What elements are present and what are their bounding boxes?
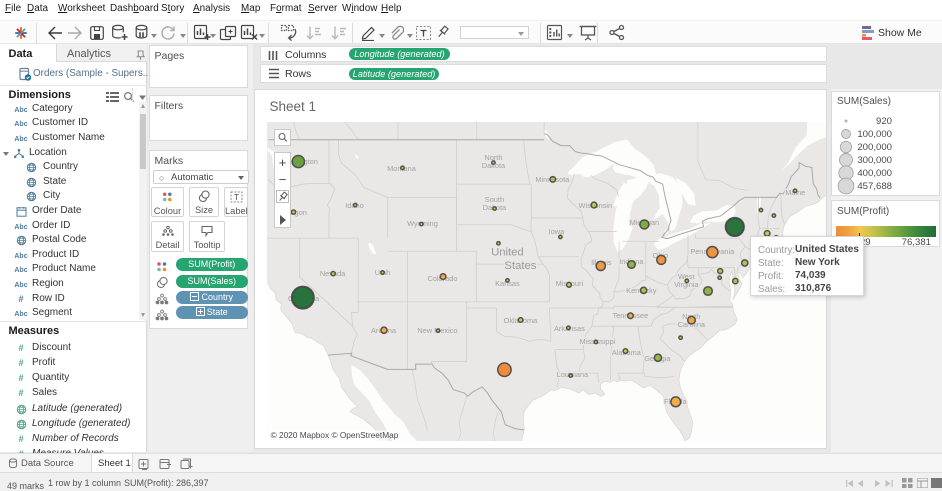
svg-text:920: 920 <box>876 117 892 128</box>
svg-text:United: United <box>491 246 524 258</box>
svg-text:Louisiana: Louisiana <box>556 370 588 379</box>
svg-text:100,000: 100,000 <box>857 130 892 141</box>
svg-text:457,688: 457,688 <box>857 182 892 193</box>
svg-text:200,000: 200,000 <box>857 143 892 154</box>
svg-text:© 2020 Mapbox © OpenStreetMap: © 2020 Mapbox © OpenStreetMap <box>270 430 398 440</box>
svg-text:400,000: 400,000 <box>857 169 892 180</box>
svg-text:T: T <box>234 193 239 202</box>
svg-text:States: States <box>504 260 536 272</box>
svg-text:300,000: 300,000 <box>857 156 892 167</box>
svg-text:Iowa: Iowa <box>548 227 564 236</box>
